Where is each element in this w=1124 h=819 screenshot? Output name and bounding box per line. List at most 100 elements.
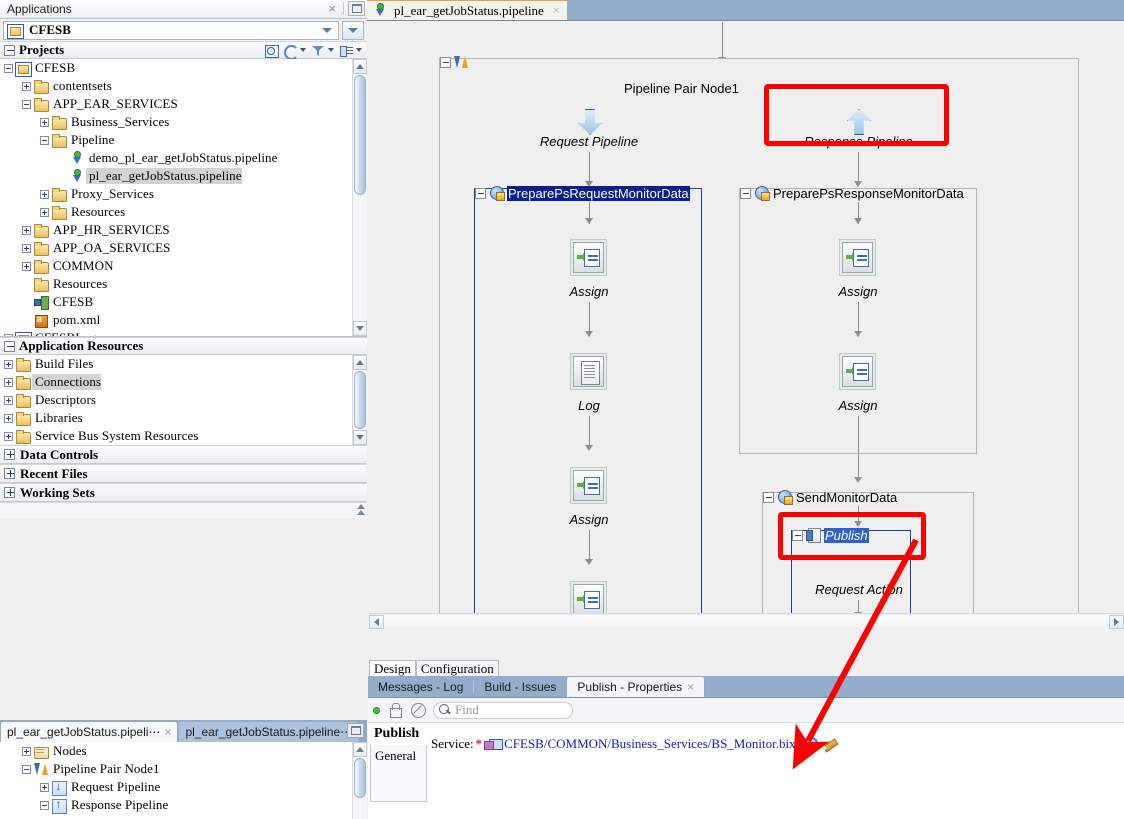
left-panel-scroll-strip[interactable] — [0, 502, 367, 518]
tree-row[interactable]: Resources — [0, 203, 367, 221]
scroll-thumb[interactable] — [354, 75, 366, 195]
tab-build-issues[interactable]: Build - Issues — [474, 676, 566, 697]
structure-tab-1[interactable]: pl_ear_getJobStatus.pipeline⋯ — [178, 721, 360, 742]
expand-icon[interactable] — [22, 746, 31, 756]
expand-icon[interactable] — [22, 261, 31, 271]
scroll-thumb[interactable] — [354, 371, 366, 429]
recent-files-section[interactable]: Recent Files — [0, 464, 367, 483]
pipeline-pair-header[interactable] — [440, 55, 470, 70]
scroll-down-button[interactable] — [353, 321, 367, 336]
chevron-down-icon[interactable] — [356, 48, 362, 52]
tree-row[interactable]: APP_EAR_SERVICES — [0, 95, 367, 113]
expand-icon[interactable] — [4, 359, 13, 369]
expand-icon[interactable] — [4, 449, 15, 460]
response-action-node-assign[interactable] — [839, 239, 876, 276]
appres-scrollbar[interactable] — [352, 355, 367, 445]
collapse-icon[interactable] — [4, 44, 15, 56]
request-pipeline-label[interactable]: Request Pipeline — [524, 134, 654, 149]
expand-icon[interactable] — [40, 782, 49, 792]
tree-row[interactable]: CFESBLog — [0, 329, 367, 336]
collapse-icon[interactable] — [4, 63, 13, 73]
tree-row[interactable]: contentsets — [0, 77, 367, 95]
view-options-icon[interactable] — [337, 42, 353, 58]
collapse-icon[interactable] — [792, 529, 803, 541]
canvas-horizontal-scrollbar[interactable] — [369, 613, 1124, 629]
tab-messages-log[interactable]: Messages - Log — [368, 676, 473, 697]
projects-tree-scrollbar[interactable] — [352, 59, 367, 336]
close-icon[interactable]: × — [687, 680, 694, 694]
working-sets-section[interactable]: Working Sets — [0, 483, 367, 502]
projects-section-header[interactable]: Projects — [0, 41, 367, 60]
collapse-icon[interactable] — [4, 333, 13, 336]
expand-icon[interactable] — [4, 487, 15, 498]
tree-row[interactable]: CFESB — [0, 59, 367, 77]
scroll-track[interactable] — [384, 614, 1109, 629]
expand-icon[interactable] — [4, 468, 15, 479]
tree-row[interactable]: Pipeline — [0, 131, 367, 149]
collapse-icon[interactable] — [40, 800, 49, 810]
action-node-log[interactable] — [570, 353, 607, 390]
expand-icon[interactable] — [4, 395, 13, 405]
scroll-up-button[interactable] — [353, 59, 367, 74]
tab-configuration[interactable]: Configuration — [415, 660, 499, 676]
expand-icon[interactable] — [4, 377, 13, 387]
structure-tab-0[interactable]: pl_ear_getJobStatus.pipeli⋯ × — [0, 721, 179, 742]
collapse-icon[interactable] — [740, 187, 751, 199]
chevron-down-icon[interactable] — [322, 27, 332, 33]
expand-icon[interactable] — [40, 189, 49, 199]
stage-header-request[interactable]: PreparePsRequestMonitorData — [475, 185, 690, 201]
scroll-left-button[interactable] — [369, 614, 384, 629]
stage-name-response[interactable]: PreparePsResponseMonitorData — [772, 186, 965, 201]
magnifier-icon[interactable] — [804, 736, 820, 752]
publish-node-header[interactable]: Publish — [792, 527, 869, 543]
tree-row[interactable]: COMMON — [0, 257, 367, 275]
find-input[interactable]: Find — [433, 701, 573, 719]
tree-row[interactable]: pom.xml — [0, 311, 367, 329]
tree-row[interactable]: Nodes — [0, 742, 367, 760]
tree-row[interactable]: APP_OA_SERVICES — [0, 239, 367, 257]
close-icon[interactable]: × — [325, 2, 339, 15]
search-icon[interactable] — [262, 42, 279, 58]
collapse-icon[interactable] — [40, 135, 49, 145]
tree-row[interactable]: Resources — [0, 275, 367, 293]
application-resources-tree[interactable]: Build Files Connections Descriptors Librari… — [0, 355, 367, 445]
action-node-assign-2[interactable] — [570, 467, 607, 504]
tree-row[interactable]: Connections — [0, 373, 367, 391]
scroll-down-button[interactable] — [353, 430, 367, 445]
expand-icon[interactable] — [22, 81, 31, 91]
properties-subtab-general[interactable]: General — [370, 745, 427, 802]
expand-icon[interactable] — [40, 117, 49, 127]
tab-design[interactable]: Design — [369, 660, 416, 676]
tree-row[interactable]: APP_HR_SERVICES — [0, 221, 367, 239]
pipeline-diagram-canvas[interactable]: Pipeline Pair Node1 Request Pipeline Res… — [369, 22, 1124, 618]
tree-row[interactable]: CFESB — [0, 293, 367, 311]
scroll-thumb[interactable] — [354, 758, 366, 798]
tree-row[interactable]: Libraries — [0, 409, 367, 427]
expand-icon[interactable] — [22, 225, 31, 235]
publish-node-label[interactable]: Publish — [824, 527, 869, 543]
pencil-icon[interactable] — [822, 736, 838, 752]
chevron-down-icon[interactable] — [328, 48, 334, 52]
stage-header-response[interactable]: PreparePsResponseMonitorData — [740, 185, 965, 201]
application-combo[interactable]: CFESB — [3, 20, 339, 40]
expand-icon[interactable] — [4, 413, 13, 423]
collapse-icon[interactable] — [22, 99, 31, 109]
projects-tree[interactable]: CFESB contentsets APP_EAR_SERVICES Business… — [0, 59, 367, 337]
response-pipeline-label[interactable]: Response Pipeline — [791, 134, 926, 149]
collapse-icon[interactable] — [22, 764, 31, 774]
filter-icon[interactable] — [309, 42, 325, 58]
scroll-up-button[interactable] — [353, 355, 367, 370]
structure-tree[interactable]: Nodes Pipeline Pair Node1 Request Pipeline… — [0, 742, 367, 819]
service-value[interactable]: CFESB/COMMON/Business_Services/BS_Monito… — [504, 736, 795, 752]
close-icon[interactable]: × — [164, 725, 171, 739]
application-resources-header[interactable]: Application Resources — [0, 337, 367, 355]
response-action-node-assign-2[interactable] — [839, 353, 876, 390]
no-entry-icon[interactable] — [410, 702, 426, 718]
editor-tab-pipeline[interactable]: pl_ear_getJobStatus.pipeline × — [367, 0, 567, 20]
data-controls-section[interactable]: Data Controls — [0, 445, 367, 464]
scroll-right-button[interactable] — [1109, 614, 1124, 629]
application-menu-button[interactable] — [342, 20, 364, 40]
collapse-icon[interactable] — [475, 187, 486, 199]
publish-node-box[interactable] — [791, 530, 911, 618]
scroll-spinner[interactable] — [357, 504, 365, 515]
